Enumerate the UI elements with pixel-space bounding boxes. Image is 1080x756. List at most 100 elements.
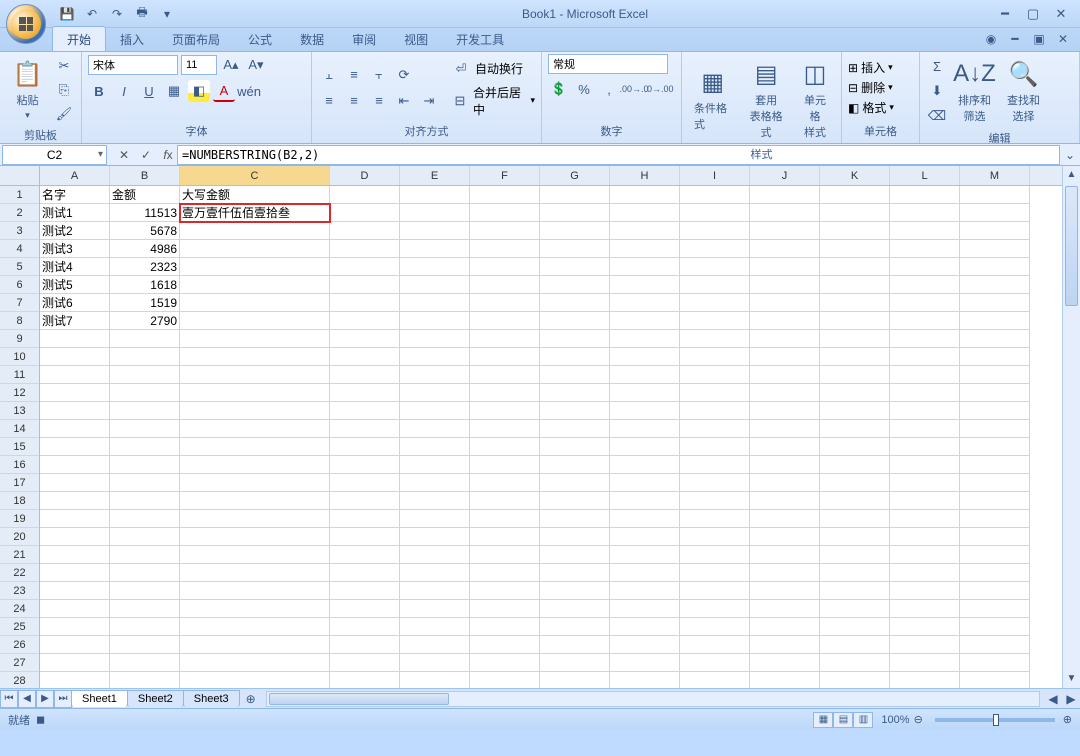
cell[interactable] [820, 438, 890, 456]
cell[interactable] [750, 528, 820, 546]
cell[interactable] [330, 438, 400, 456]
cell[interactable] [40, 510, 110, 528]
italic-button[interactable]: I [113, 80, 135, 102]
cell[interactable] [40, 528, 110, 546]
cell[interactable] [680, 672, 750, 688]
cell[interactable] [960, 618, 1030, 636]
sheet-tab-Sheet1[interactable]: Sheet1 [71, 690, 128, 707]
cell[interactable] [750, 204, 820, 222]
cell[interactable] [400, 618, 470, 636]
row-header[interactable]: 27 [0, 654, 39, 672]
insert-cells-button[interactable]: ⊞插入▾ [848, 59, 894, 76]
cell[interactable] [40, 582, 110, 600]
cell[interactable] [110, 582, 180, 600]
align-center[interactable]: ≡ [343, 90, 365, 112]
cell[interactable] [110, 636, 180, 654]
cell[interactable] [400, 222, 470, 240]
cell[interactable] [890, 582, 960, 600]
cell[interactable] [400, 564, 470, 582]
cell[interactable] [330, 276, 400, 294]
cell[interactable]: 测试1 [40, 204, 110, 222]
cell[interactable] [680, 348, 750, 366]
cell[interactable] [680, 222, 750, 240]
cell[interactable] [820, 384, 890, 402]
cell[interactable] [890, 276, 960, 294]
row-header[interactable]: 1 [0, 186, 39, 204]
cell[interactable] [540, 672, 610, 688]
cell[interactable] [820, 528, 890, 546]
cell[interactable] [610, 312, 680, 330]
sheet-tab-Sheet3[interactable]: Sheet3 [183, 690, 240, 707]
select-all-triangle[interactable] [0, 166, 39, 186]
cell[interactable] [890, 636, 960, 654]
cell[interactable] [610, 402, 680, 420]
qat-save[interactable]: 💾 [56, 3, 78, 25]
cell[interactable] [680, 654, 750, 672]
cell[interactable] [330, 222, 400, 240]
cell[interactable] [750, 348, 820, 366]
cell[interactable] [680, 564, 750, 582]
cell[interactable] [180, 546, 330, 564]
cell[interactable] [820, 654, 890, 672]
cell[interactable] [890, 402, 960, 420]
cell[interactable] [610, 420, 680, 438]
cell[interactable] [820, 294, 890, 312]
cell[interactable] [610, 600, 680, 618]
cell[interactable] [540, 654, 610, 672]
cell[interactable]: 大写金额 [180, 186, 330, 204]
orientation[interactable]: ⟳ [393, 64, 415, 86]
cell[interactable] [610, 276, 680, 294]
indent-dec[interactable]: ⇤ [393, 90, 415, 112]
row-header[interactable]: 25 [0, 618, 39, 636]
cell[interactable] [330, 204, 400, 222]
cell[interactable] [610, 654, 680, 672]
cell[interactable] [680, 528, 750, 546]
cell[interactable] [470, 258, 540, 276]
tab-页面布局[interactable]: 页面布局 [158, 27, 234, 51]
cell[interactable] [330, 672, 400, 688]
cell[interactable] [40, 330, 110, 348]
cell[interactable] [400, 636, 470, 654]
cell[interactable] [820, 402, 890, 420]
cell[interactable] [960, 294, 1030, 312]
cell[interactable] [610, 186, 680, 204]
cell[interactable] [890, 492, 960, 510]
cell[interactable] [890, 474, 960, 492]
cell[interactable]: 2323 [110, 258, 180, 276]
cell[interactable] [400, 582, 470, 600]
cell[interactable] [330, 402, 400, 420]
zoom-slider[interactable] [935, 718, 1055, 722]
col-header-H[interactable]: H [610, 166, 680, 185]
cell[interactable] [540, 312, 610, 330]
row-header[interactable]: 15 [0, 438, 39, 456]
cell[interactable] [540, 330, 610, 348]
cell[interactable] [110, 654, 180, 672]
fx-button[interactable]: fx [159, 148, 177, 162]
cell[interactable] [400, 420, 470, 438]
cell[interactable] [750, 366, 820, 384]
tab-开发工具[interactable]: 开发工具 [442, 27, 518, 51]
cell[interactable] [610, 546, 680, 564]
cell[interactable] [680, 312, 750, 330]
cell[interactable] [400, 402, 470, 420]
delete-cells-button[interactable]: ⊟删除▾ [848, 79, 894, 96]
cell[interactable] [680, 510, 750, 528]
qat-undo[interactable]: ↶ [81, 3, 103, 25]
cell[interactable] [820, 330, 890, 348]
row-header[interactable]: 12 [0, 384, 39, 402]
cell[interactable] [820, 312, 890, 330]
col-header-G[interactable]: G [540, 166, 610, 185]
cell[interactable] [960, 384, 1030, 402]
cell[interactable] [890, 222, 960, 240]
cell[interactable] [330, 456, 400, 474]
cell[interactable] [610, 366, 680, 384]
cell[interactable] [750, 276, 820, 294]
cell[interactable] [330, 366, 400, 384]
dec-decimal[interactable]: .0→.00 [648, 78, 670, 100]
close-button[interactable]: ✕ [1048, 5, 1074, 23]
row-header[interactable]: 18 [0, 492, 39, 510]
cell[interactable] [890, 438, 960, 456]
cell[interactable] [540, 510, 610, 528]
cell[interactable] [750, 312, 820, 330]
cell[interactable] [180, 636, 330, 654]
